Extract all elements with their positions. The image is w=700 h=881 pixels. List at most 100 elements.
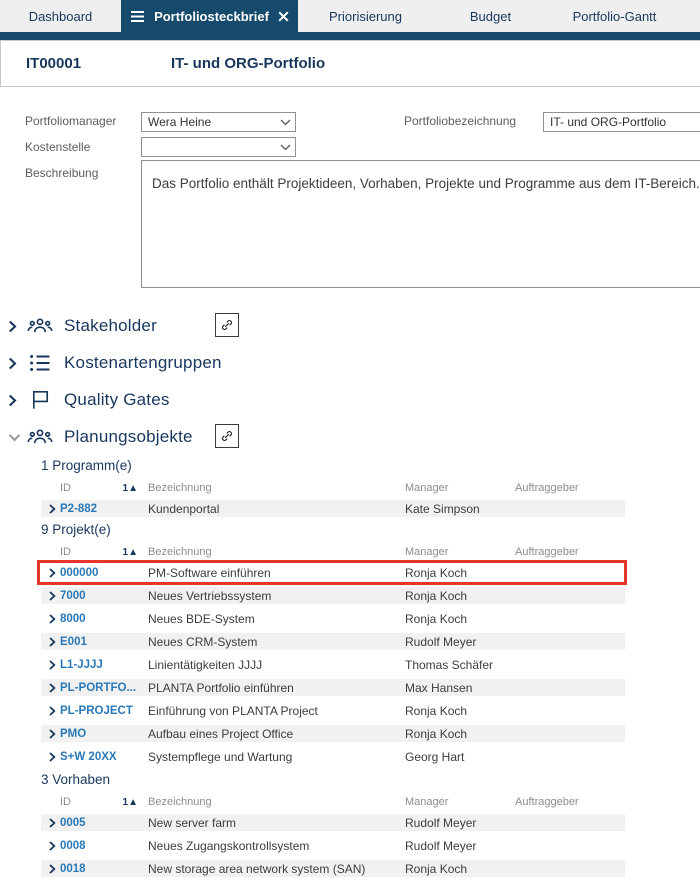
portfoliomanager-select[interactable]: Wera Heine: [141, 112, 296, 132]
cell-bezeichnung: PLANTA Portfolio einführen: [148, 680, 294, 695]
table-row-e001[interactable]: E001 Neues CRM-System Rudolf Meyer: [41, 633, 625, 650]
row-expander[interactable]: [41, 817, 60, 828]
menu-icon[interactable]: [130, 10, 145, 23]
link-button[interactable]: [215, 424, 239, 448]
row-expander[interactable]: [41, 682, 60, 693]
kostenstelle-select[interactable]: [141, 137, 296, 157]
cell-bezeichnung: Neues BDE-System: [148, 611, 255, 626]
column-header-auftraggeber[interactable]: Auftraggeber: [515, 796, 625, 808]
table-row-0008[interactable]: 0008 Neues Zugangskontrollsystem Rudolf Me…: [41, 837, 625, 854]
row-expander[interactable]: [41, 503, 60, 514]
table-row-0018[interactable]: 0018 New storage area network system (SAN…: [41, 860, 625, 877]
column-header-id[interactable]: ID: [60, 546, 71, 558]
sort-ascending-indicator[interactable]: 1▲: [123, 483, 138, 494]
section-stakeholder[interactable]: Stakeholder: [8, 312, 239, 340]
cell-id-link[interactable]: 000000: [60, 567, 148, 579]
section-kostenartengruppen[interactable]: Kostenartengruppen: [8, 349, 222, 377]
cell-bezeichnung: Neues Vertriebssystem: [148, 588, 272, 603]
cell-id-link[interactable]: 0018: [60, 863, 148, 875]
cell-id-link[interactable]: 8000: [60, 613, 148, 625]
row-expander[interactable]: [41, 590, 60, 601]
row-expander[interactable]: [41, 567, 60, 578]
column-header-manager[interactable]: Manager: [405, 546, 515, 558]
section-label: Kostenartengruppen: [64, 353, 222, 372]
cell-manager: Ronja Koch: [405, 703, 468, 718]
close-icon[interactable]: [278, 10, 289, 22]
section-label: Planungsobjekte: [64, 427, 193, 446]
cell-id-link[interactable]: 7000: [60, 590, 148, 602]
section-expander[interactable]: [8, 320, 22, 333]
section-expander[interactable]: [8, 394, 22, 407]
table-3-vorhaben: 3 Vorhaben ID 1▲ Bezeichnung Manager Auftragg…: [41, 772, 625, 881]
cell-id-link[interactable]: L1-JJJJ: [60, 659, 148, 671]
table-title: 9 Projekt(e): [41, 522, 111, 537]
column-header-manager[interactable]: Manager: [405, 482, 515, 494]
row-expander[interactable]: [41, 728, 60, 739]
beschreibung-textarea[interactable]: Das Portfolio enthält Projektideen, Vorh…: [141, 160, 700, 288]
tab-bar-strip: [0, 32, 700, 40]
cell-bezeichnung: PM-Software einführen: [148, 565, 271, 580]
sort-ascending-indicator[interactable]: 1▲: [123, 797, 138, 808]
cell-bezeichnung: Kundenportal: [148, 501, 220, 516]
table-row-000000[interactable]: 000000 PM-Software einführen Ronja Koch: [37, 560, 627, 585]
column-header-bezeichnung[interactable]: Bezeichnung: [148, 796, 405, 808]
table-row-0005[interactable]: 0005 New server farm Rudolf Meyer: [41, 814, 625, 831]
column-header-id[interactable]: ID: [60, 482, 71, 494]
cell-manager: Ronja Koch: [405, 726, 468, 741]
section-label: Quality Gates: [64, 390, 170, 409]
table-row-pmo[interactable]: PMO Aufbau eines Project Office Ronja Koch: [41, 725, 625, 742]
portfoliobezeichnung-input[interactable]: IT- und ORG-Portfolio: [543, 112, 700, 132]
cell-manager: Ronja Koch: [405, 861, 468, 876]
cell-manager: Ronja Koch: [405, 611, 468, 626]
cell-bezeichnung: Neues Zugangskontrollsystem: [148, 838, 310, 853]
column-header-manager[interactable]: Manager: [405, 796, 515, 808]
tab-portfolio-gantt[interactable]: Portfolio-Gantt: [548, 0, 681, 32]
table-row-8000[interactable]: 8000 Neues BDE-System Ronja Koch: [41, 610, 625, 627]
table-row-p2-882[interactable]: P2-882 Kundenportal Kate Simpson: [41, 500, 625, 517]
cell-id-link[interactable]: P2-882: [60, 503, 148, 515]
chevron-right-icon: [8, 357, 17, 370]
table-row-s-w-20xx[interactable]: S+W 20XX Systempflege und Wartung Georg Ha…: [41, 748, 625, 765]
tab-dashboard[interactable]: Dashboard: [0, 0, 121, 32]
cell-bezeichnung: Linientätigkeiten JJJJ: [148, 657, 263, 672]
column-header-bezeichnung[interactable]: Bezeichnung: [148, 482, 405, 494]
cell-id-link[interactable]: 0005: [60, 817, 148, 829]
section-expander[interactable]: [8, 433, 22, 442]
table-row-l1-jjjj[interactable]: L1-JJJJ Linientätigkeiten JJJJ Thomas Schä…: [41, 656, 625, 673]
section-expander[interactable]: [8, 357, 22, 370]
cell-manager: Ronja Koch: [405, 565, 468, 580]
table-row-pl-portfo[interactable]: PL-PORTFO... PLANTA Portfolio einführen Ma…: [41, 679, 625, 696]
cell-manager: Rudolf Meyer: [405, 838, 477, 853]
tab-portfoliosteckbrief[interactable]: Portfoliosteckbrief: [121, 0, 298, 32]
column-header-auftraggeber[interactable]: Auftraggeber: [515, 546, 625, 558]
row-expander[interactable]: [41, 863, 60, 874]
row-expander[interactable]: [41, 705, 60, 716]
tab-priorisierung[interactable]: Priorisierung: [298, 0, 433, 32]
table-row-pl-project[interactable]: PL-PROJECT Einführung von PLANTA Project R…: [41, 702, 625, 719]
row-expander[interactable]: [41, 636, 60, 647]
chevron-right-icon: [8, 320, 17, 333]
row-expander[interactable]: [41, 751, 60, 762]
row-expander[interactable]: [41, 613, 60, 624]
table-title: 3 Vorhaben: [41, 772, 111, 787]
column-header-bezeichnung[interactable]: Bezeichnung: [148, 546, 405, 558]
groups-icon: [27, 424, 53, 450]
column-header-auftraggeber[interactable]: Auftraggeber: [515, 482, 625, 494]
link-button[interactable]: [215, 313, 239, 337]
tab-budget[interactable]: Budget: [433, 0, 548, 32]
cell-id-link[interactable]: 0008: [60, 840, 148, 852]
cell-id-link[interactable]: PL-PROJECT: [60, 705, 148, 717]
section-quality-gates[interactable]: Quality Gates: [8, 386, 170, 414]
cell-id-link[interactable]: PL-PORTFO...: [60, 682, 148, 694]
table-row-7000[interactable]: 7000 Neues Vertriebssystem Ronja Koch: [41, 587, 625, 604]
row-expander[interactable]: [41, 840, 60, 851]
sort-ascending-indicator[interactable]: 1▲: [123, 547, 138, 558]
section-planungsobjekte[interactable]: Planungsobjekte: [8, 423, 239, 451]
cell-id-link[interactable]: S+W 20XX: [60, 751, 148, 763]
cell-id-link[interactable]: E001: [60, 636, 148, 648]
row-expander[interactable]: [41, 659, 60, 670]
column-header-id[interactable]: ID: [60, 796, 71, 808]
cell-id-link[interactable]: PMO: [60, 728, 148, 740]
flag-icon: [27, 388, 53, 412]
cell-bezeichnung: New storage area network system (SAN): [148, 861, 366, 876]
